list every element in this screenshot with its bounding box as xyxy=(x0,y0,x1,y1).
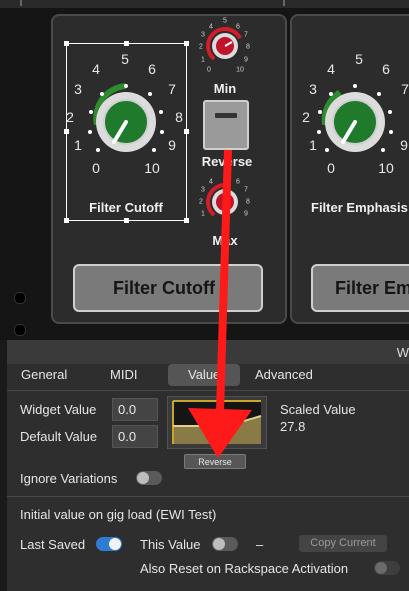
last-saved-toggle[interactable] xyxy=(96,537,122,551)
resize-handle[interactable] xyxy=(64,218,69,223)
scaled-value-label: Scaled Value xyxy=(280,402,356,417)
knob2-scale-2: 2 xyxy=(302,109,310,125)
knob-scale-10: 10 xyxy=(144,160,160,176)
max-knob-scale-6: 6 xyxy=(236,178,240,186)
rack-screw xyxy=(14,292,26,304)
min-knob-scale-0: 0 xyxy=(207,66,211,74)
filter-cutoff-button[interactable]: Filter Cutoff xyxy=(73,264,263,312)
knob-scale-2: 2 xyxy=(66,109,74,125)
widget-value-label: Widget Value xyxy=(20,402,97,417)
last-saved-label: Last Saved xyxy=(20,537,86,552)
ignore-variations-toggle[interactable] xyxy=(136,471,162,485)
max-knob-scale-7: 7 xyxy=(244,186,248,194)
widget-value-field[interactable]: 0.0 xyxy=(112,398,158,421)
max-knob-label: Max xyxy=(212,233,238,248)
this-value-toggle[interactable] xyxy=(212,537,238,551)
reverse-led xyxy=(215,113,237,118)
tab-value[interactable]: Value xyxy=(188,367,220,382)
rack-screw xyxy=(14,324,26,336)
min-knob[interactable] xyxy=(200,22,250,72)
filter-cutoff-knob-label: Filter Cutoff xyxy=(89,200,163,215)
inspector-title: W xyxy=(396,345,409,360)
copy-current-button[interactable]: Copy Current xyxy=(299,535,387,552)
filter-emphasis-button[interactable]: Filter Emphasis xyxy=(311,264,409,312)
max-knob-scale-3: 3 xyxy=(201,186,205,194)
tab-advanced[interactable]: Advanced xyxy=(255,367,313,382)
min-knob-scale-9: 9 xyxy=(244,56,248,64)
min-knob-scale-8: 8 xyxy=(246,43,250,51)
reverse-toggle-button[interactable] xyxy=(203,100,249,150)
resize-handle[interactable] xyxy=(184,218,189,223)
knob-scale-3: 3 xyxy=(74,81,82,97)
knob2-scale-6: 6 xyxy=(382,61,390,77)
tab-midi[interactable]: MIDI xyxy=(110,367,137,382)
max-knob-scale-9: 9 xyxy=(244,210,248,218)
knob-scale-7: 7 xyxy=(168,81,176,97)
min-knob-scale-1: 1 xyxy=(201,56,205,64)
knob-scale-0: 0 xyxy=(92,160,100,176)
ignore-variations-label: Ignore Variations xyxy=(20,471,118,486)
default-value-field[interactable]: 0.0 xyxy=(112,425,158,448)
min-knob-scale-6: 6 xyxy=(236,23,240,31)
max-knob-scale-1: 1 xyxy=(201,210,205,218)
tab-general[interactable]: General xyxy=(21,367,67,382)
max-knob[interactable] xyxy=(200,178,250,228)
reverse-label: Reverse xyxy=(201,154,253,169)
initial-value-heading: Initial value on gig load (EWI Test) xyxy=(20,507,217,522)
min-knob-scale-5: 5 xyxy=(223,17,227,25)
knob2-scale-10: 10 xyxy=(378,160,394,176)
knob-scale-6: 6 xyxy=(148,61,156,77)
knob-scale-1: 1 xyxy=(74,137,82,153)
knob2-scale-7: 7 xyxy=(401,81,409,97)
filter-emphasis-knob-label: Filter Emphasis xyxy=(311,200,408,215)
knob-scale-5: 5 xyxy=(121,51,129,67)
reset-on-activation-toggle[interactable] xyxy=(374,561,400,575)
rackspace-panel: 0 1 2 3 4 5 6 7 8 9 10 Filter Cutoff 0 1… xyxy=(0,0,409,340)
default-value-label: Default Value xyxy=(20,429,98,444)
tab-divider xyxy=(7,390,409,391)
min-knob-scale-10: 10 xyxy=(236,66,244,74)
max-knob-scale-2: 2 xyxy=(199,198,203,206)
strip-divider xyxy=(20,0,22,6)
knob-scale-8: 8 xyxy=(175,109,183,125)
strip-divider xyxy=(283,0,285,6)
max-knob-scale-5: 5 xyxy=(223,173,227,181)
max-knob-scale-4: 4 xyxy=(209,178,213,186)
value-curve-graph[interactable] xyxy=(167,396,267,449)
min-knob-scale-3: 3 xyxy=(201,31,205,39)
knob2-scale-4: 4 xyxy=(327,61,335,77)
top-strip xyxy=(0,0,409,8)
this-value-label: This Value xyxy=(140,537,201,552)
knob2-scale-5: 5 xyxy=(355,51,363,67)
curve-reverse-button[interactable]: Reverse xyxy=(184,454,246,469)
knob-scale-4: 4 xyxy=(92,61,100,77)
knob2-scale-9: 9 xyxy=(400,137,408,153)
inspector-title-bar: W xyxy=(7,340,409,364)
knob-scale-9: 9 xyxy=(168,137,176,153)
resize-handle[interactable] xyxy=(124,218,129,223)
min-knob-scale-4: 4 xyxy=(209,23,213,31)
min-knob-label: Min xyxy=(213,81,237,96)
min-knob-scale-7: 7 xyxy=(244,31,248,39)
resize-handle[interactable] xyxy=(184,41,189,46)
knob2-scale-0: 0 xyxy=(327,160,335,176)
max-knob-cap xyxy=(216,193,234,211)
dash-separator: – xyxy=(256,537,264,552)
resize-handle[interactable] xyxy=(124,41,129,46)
max-knob-scale-8: 8 xyxy=(246,198,250,206)
resize-handle[interactable] xyxy=(64,41,69,46)
scaled-value: 27.8 xyxy=(280,419,306,434)
knob2-scale-1: 1 xyxy=(309,137,317,153)
knob2-scale-3: 3 xyxy=(309,81,317,97)
section-divider xyxy=(7,496,409,497)
reset-on-activation-label: Also Reset on Rackspace Activation xyxy=(140,561,349,576)
min-knob-scale-2: 2 xyxy=(199,43,203,51)
